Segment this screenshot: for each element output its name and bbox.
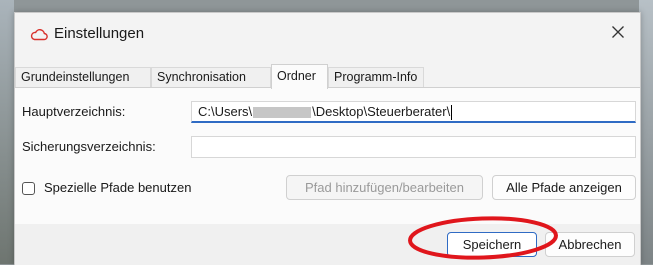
special-paths-checkbox[interactable] bbox=[22, 182, 35, 195]
window-title: Einstellungen bbox=[54, 25, 145, 42]
add-edit-path-button[interactable]: Pfad hinzufügen/bearbeiten bbox=[286, 175, 483, 200]
desktop-background-right bbox=[639, 0, 653, 264]
desktop-background-left bbox=[0, 0, 14, 264]
backup-directory-input[interactable] bbox=[191, 136, 636, 158]
ordner-panel: Hauptverzeichnis: C:\Users\ \Desktop\Steu… bbox=[15, 87, 640, 225]
save-button[interactable]: Speichern bbox=[447, 232, 537, 257]
title-bar: Einstellungen bbox=[15, 13, 640, 51]
settings-dialog: Einstellungen Grundeinstellungen Synchro… bbox=[14, 12, 641, 265]
main-directory-suffix: \Desktop\Steuerberater\ bbox=[312, 104, 451, 119]
dialog-footer: Speichern Abbrechen bbox=[15, 224, 640, 265]
main-directory-input[interactable]: C:\Users\ \Desktop\Steuerberater\ bbox=[191, 101, 636, 123]
tab-programm-info[interactable]: Programm-Info bbox=[328, 67, 424, 87]
tab-synchronisation[interactable]: Synchronisation bbox=[151, 67, 271, 87]
redacted-username bbox=[253, 107, 312, 119]
special-paths-label[interactable]: Spezielle Pfade benutzen bbox=[44, 180, 191, 195]
backup-directory-label: Sicherungsverzeichnis: bbox=[22, 139, 156, 154]
show-all-paths-button[interactable]: Alle Pfade anzeigen bbox=[492, 175, 636, 200]
main-directory-label: Hauptverzeichnis: bbox=[22, 104, 126, 119]
close-icon bbox=[612, 26, 624, 38]
text-caret bbox=[451, 105, 453, 121]
main-directory-prefix: C:\Users\ bbox=[198, 104, 253, 119]
cloud-icon bbox=[30, 29, 48, 41]
close-button[interactable] bbox=[596, 13, 640, 51]
tab-ordner[interactable]: Ordner bbox=[271, 64, 328, 89]
cancel-button[interactable]: Abbrechen bbox=[545, 232, 635, 257]
tab-grundeinstellungen[interactable]: Grundeinstellungen bbox=[15, 67, 151, 87]
